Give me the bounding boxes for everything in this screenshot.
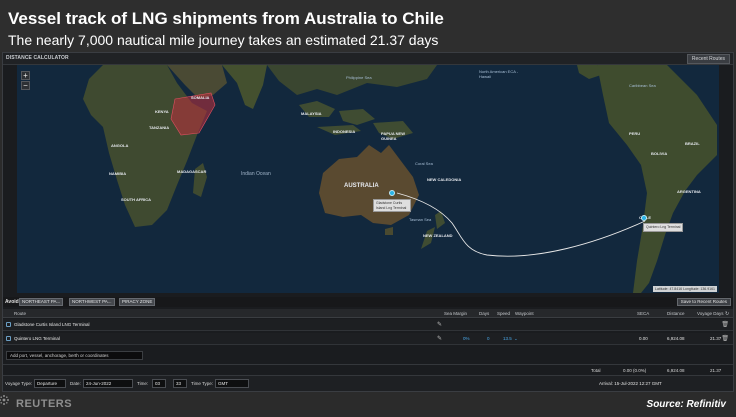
avoid-zone-northwest-passage[interactable]: NORTHWEST PA...	[69, 298, 115, 306]
map-label-north-america-eca: North American ECA - Hawaii	[479, 69, 519, 79]
totals-row: Total 0.00 (0.0%) 6,924.08 21.37	[3, 364, 733, 374]
edit-icon[interactable]: ✎	[437, 335, 442, 342]
world-map[interactable]: + − AUSTRALIA Indian Ocean NEW ZEALAND T…	[17, 65, 719, 293]
map-label-new-caledonia: NEW CALEDONIA	[427, 177, 462, 182]
destination-port-tooltip: Quintero Lng Terminal	[643, 223, 684, 232]
map-label-coral-sea: Coral Sea	[415, 161, 433, 166]
destination-port-marker[interactable]	[641, 215, 647, 221]
avoid-label: Avoid	[5, 299, 19, 305]
map-label-brazil: BRAZIL	[685, 141, 700, 146]
graphic-subtitle: The nearly 7,000 nautical mile journey t…	[8, 32, 439, 48]
col-route: Route	[14, 311, 27, 316]
total-distance: 6,924.08	[667, 368, 685, 373]
delete-icon[interactable]: 🗑	[721, 335, 729, 342]
coordinate-readout: Latitude: 47.8416 Longitude: 136.9161	[653, 286, 717, 292]
map-label-tanzania: TANZANIA	[149, 125, 170, 130]
recent-routes-button[interactable]: Recent Routes	[686, 54, 730, 64]
seca-value: 0.00	[639, 336, 648, 341]
route-port-name: Quintero LNG Terminal	[14, 336, 60, 341]
days-value[interactable]: 0	[487, 336, 490, 341]
graphic-title: Vessel track of LNG shipments from Austr…	[8, 9, 444, 28]
avoid-zone-piracy[interactable]: PIRACY ZONE	[119, 298, 156, 306]
map-label-angola: ANGOLA	[111, 143, 129, 148]
route-port-name: Gladstone Curtis Island LNG Terminal	[14, 322, 90, 327]
col-waypoint: Waypoint	[515, 311, 534, 316]
avoid-zones-bar: Avoid NORTHEAST PA... NORTHWEST PA... PI…	[3, 297, 733, 307]
map-label-philippine-sea: Philippine Sea	[346, 75, 372, 80]
map-label-papua-new-guinea: PAPUA NEW GUINEA	[381, 131, 405, 141]
refresh-icon[interactable]: ↻	[725, 311, 729, 317]
total-seca: 0.00 (0.0%)	[623, 368, 647, 373]
map-label-tasman-sea: Tasman Sea	[409, 217, 432, 222]
map-label-bolivia: BOLIVIA	[651, 151, 668, 156]
speed-dropdown-icon[interactable]: ⌄	[514, 336, 518, 342]
total-voyage-days: 21.37	[710, 368, 722, 373]
edit-icon[interactable]: ✎	[437, 321, 442, 328]
col-distance: Distance	[667, 311, 685, 316]
map-label-peru: PERU	[629, 131, 641, 136]
reuters-wordmark: REUTERS	[16, 398, 73, 410]
source-credit: Source: Refinitiv	[646, 399, 726, 410]
col-days: Days	[479, 311, 490, 316]
map-label-australia: AUSTRALIA	[344, 183, 379, 189]
app-title: DISTANCE CALCULATOR	[6, 55, 69, 61]
time-type-select[interactable]: GMT	[215, 379, 249, 388]
map-label-caribbean: Caribbean Sea	[629, 83, 656, 88]
voyage-settings-bar: Voyage Type: Departure Date: 24-Jun-2022…	[3, 375, 733, 391]
map-label-indian-ocean: Indian Ocean	[241, 171, 271, 177]
route-row-origin[interactable]: Gladstone Curtis Island LNG Terminal ✎ 🗑	[3, 319, 733, 331]
map-label-somalia: SOMALIA	[191, 95, 210, 100]
date-label: Date:	[70, 381, 81, 386]
zoom-in-button[interactable]: +	[21, 71, 30, 80]
map-label-kenya: KENYA	[155, 109, 169, 114]
app-title-bar: DISTANCE CALCULATOR Recent Routes	[3, 53, 733, 65]
total-label: Total	[591, 368, 601, 373]
avoid-zone-northeast-passage[interactable]: NORTHEAST PA...	[19, 298, 64, 306]
voyage-type-label: Voyage Type:	[5, 381, 33, 386]
sea-margin-value[interactable]: 0%	[463, 336, 470, 341]
save-to-recent-routes-button[interactable]: Save to Recent Routes	[676, 298, 731, 306]
date-input[interactable]: 24-Jun-2022	[83, 379, 133, 388]
graphic-header: Vessel track of LNG shipments from Austr…	[0, 0, 736, 52]
map-label-south-africa: SOUTH AFRICA	[121, 197, 152, 202]
port-icon	[6, 322, 11, 327]
route-row-destination[interactable]: Quintero LNG Terminal ✎ 0% 0 13.5 ⌄ 0.00…	[3, 333, 733, 345]
zoom-out-button[interactable]: −	[21, 81, 30, 90]
map-label-indonesia: INDONESIA	[333, 129, 356, 134]
map-label-namibia: NAMIBIA	[109, 171, 127, 176]
delete-icon[interactable]: 🗑	[721, 321, 729, 328]
route-table-header: Route Sea Margin Days Speed Waypoint SEC…	[3, 309, 733, 318]
time-type-label: Time Type:	[191, 381, 214, 386]
arrival-readout: Arrival: 15-Jul-2022 12:27 GMT	[599, 381, 662, 386]
distance-value: 6,924.08	[667, 336, 685, 341]
port-icon	[6, 336, 11, 341]
col-seca: SECA	[637, 311, 650, 316]
minute-input[interactable]: 33	[173, 379, 187, 388]
origin-port-marker[interactable]	[389, 190, 395, 196]
map-label-malaysia: MALAYSIA	[301, 111, 322, 116]
col-speed: Speed	[497, 311, 511, 316]
map-label-madagascar: MADAGASCAR	[177, 169, 207, 174]
distance-calculator-window: DISTANCE CALCULATOR Recent Routes + − AU…	[2, 52, 734, 392]
voyage-type-select[interactable]: Departure	[34, 379, 66, 388]
map-label-argentina: ARGENTINA	[677, 189, 701, 194]
speed-value[interactable]: 13.5	[503, 336, 512, 341]
col-voyage-days: Voyage Days	[697, 311, 724, 316]
reuters-logo-icon	[0, 395, 9, 405]
add-port-input[interactable]: Add port, vessel, anchorage, berth or co…	[6, 351, 143, 360]
time-label: Time:	[137, 381, 149, 386]
map-label-new-zealand: NEW ZEALAND	[423, 233, 453, 238]
col-sea-margin: Sea Margin	[444, 311, 468, 316]
hour-input[interactable]: 03	[152, 379, 166, 388]
voyage-days-value: 21.37	[710, 336, 722, 341]
graphic-footer: REUTERS Source: Refinitiv	[0, 393, 736, 417]
origin-port-tooltip: Gladstone Curtis Island Lng Terminal	[373, 199, 411, 212]
map-canvas	[17, 65, 719, 293]
